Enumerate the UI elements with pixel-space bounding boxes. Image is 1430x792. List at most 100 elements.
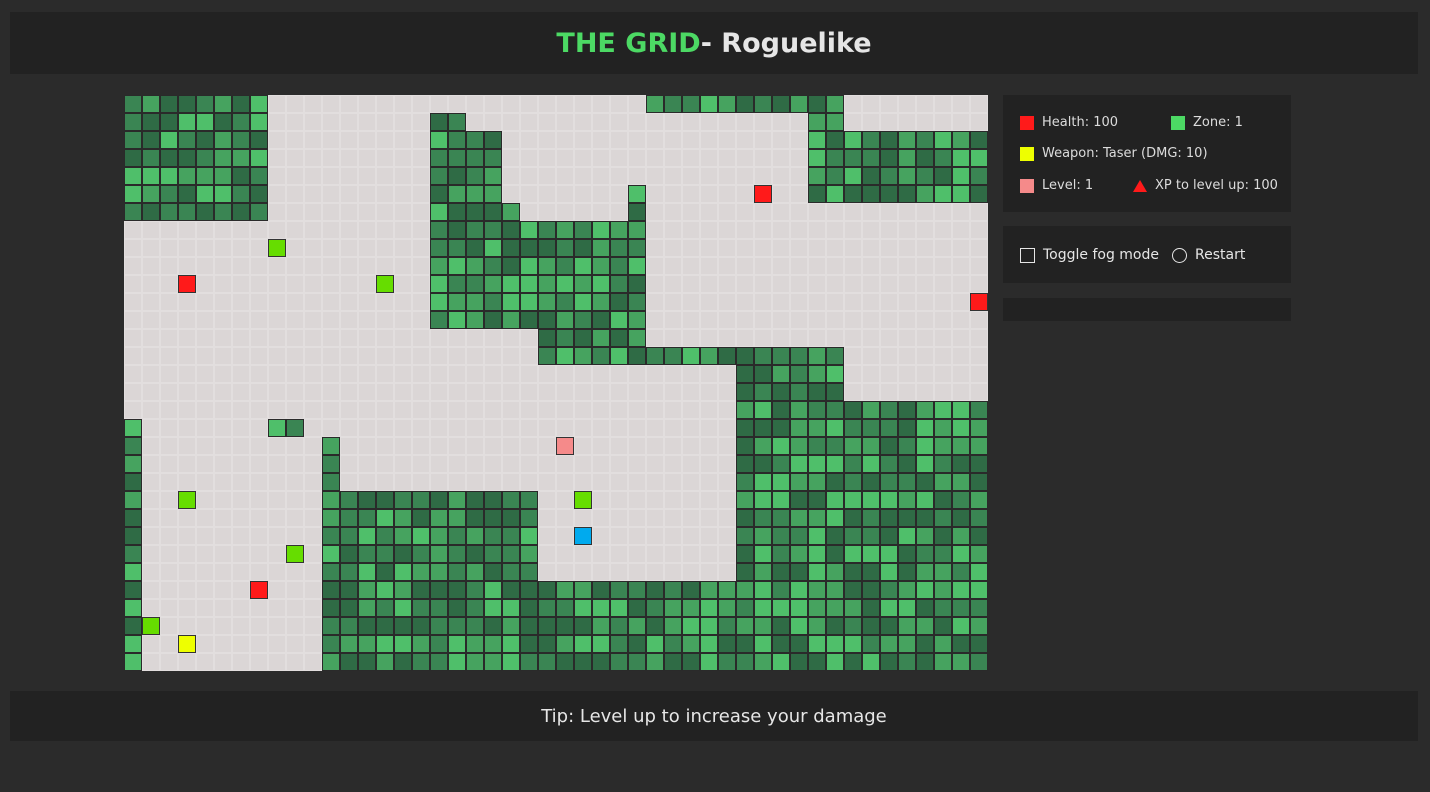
floor-tile — [358, 149, 376, 167]
wall-tile — [754, 509, 772, 527]
wall-tile — [466, 563, 484, 581]
wall-tile — [124, 131, 142, 149]
floor-tile — [862, 347, 880, 365]
floor-tile — [304, 599, 322, 617]
wall-tile — [466, 653, 484, 671]
wall-tile — [718, 653, 736, 671]
floor-tile — [124, 329, 142, 347]
wall-tile — [448, 635, 466, 653]
wall-tile — [790, 545, 808, 563]
wall-tile — [772, 365, 790, 383]
floor-tile — [628, 473, 646, 491]
floor-tile — [304, 149, 322, 167]
xp-label: XP to level up: 100 — [1155, 178, 1278, 193]
floor-tile — [358, 347, 376, 365]
floor-tile — [178, 563, 196, 581]
wall-tile — [448, 311, 466, 329]
floor-tile — [322, 329, 340, 347]
floor-tile — [934, 383, 952, 401]
floor-tile — [952, 293, 970, 311]
wall-tile — [844, 563, 862, 581]
floor-tile — [718, 527, 736, 545]
floor-tile — [376, 473, 394, 491]
restart-button[interactable]: Restart — [1172, 247, 1245, 263]
floor-tile — [142, 563, 160, 581]
wall-tile — [484, 491, 502, 509]
floor-tile — [178, 365, 196, 383]
floor-tile — [358, 293, 376, 311]
wall-tile — [412, 581, 430, 599]
floor-tile — [142, 491, 160, 509]
wall-tile — [592, 293, 610, 311]
floor-tile — [556, 527, 574, 545]
floor-tile — [682, 185, 700, 203]
floor-tile — [610, 473, 628, 491]
floor-tile — [376, 401, 394, 419]
wall-tile — [898, 437, 916, 455]
wall-tile — [790, 509, 808, 527]
fog-checkbox[interactable] — [1020, 247, 1035, 263]
floor-tile — [232, 437, 250, 455]
floor-tile — [646, 221, 664, 239]
floor-tile — [250, 383, 268, 401]
floor-tile — [268, 401, 286, 419]
floor-tile — [286, 437, 304, 455]
floor-tile — [682, 167, 700, 185]
floor-tile — [502, 437, 520, 455]
floor-tile — [556, 509, 574, 527]
floor-tile — [718, 437, 736, 455]
floor-tile — [214, 437, 232, 455]
restart-radio[interactable] — [1172, 247, 1187, 263]
enemy-tile — [286, 545, 304, 563]
floor-tile — [268, 149, 286, 167]
floor-tile — [376, 383, 394, 401]
fog-toggle[interactable]: Toggle fog mode — [1020, 247, 1159, 263]
floor-tile — [916, 329, 934, 347]
wall-tile — [520, 293, 538, 311]
floor-tile — [394, 437, 412, 455]
floor-tile — [754, 275, 772, 293]
wall-tile — [682, 635, 700, 653]
wall-tile — [862, 437, 880, 455]
game-board[interactable] — [124, 95, 988, 671]
wall-tile — [250, 95, 268, 113]
floor-tile — [592, 203, 610, 221]
wall-tile — [916, 419, 934, 437]
floor-tile — [268, 257, 286, 275]
wall-tile — [736, 419, 754, 437]
wall-tile — [880, 527, 898, 545]
wall-tile — [646, 581, 664, 599]
floor-tile — [214, 599, 232, 617]
floor-tile — [880, 221, 898, 239]
floor-tile — [808, 311, 826, 329]
wall-tile — [754, 455, 772, 473]
floor-tile — [826, 311, 844, 329]
wall-tile — [394, 617, 412, 635]
wall-tile — [844, 653, 862, 671]
floor-tile — [682, 257, 700, 275]
floor-tile — [574, 365, 592, 383]
wall-tile — [484, 257, 502, 275]
floor-tile — [358, 329, 376, 347]
floor-tile — [970, 239, 988, 257]
floor-tile — [700, 221, 718, 239]
health-tile — [754, 185, 772, 203]
floor-tile — [556, 419, 574, 437]
wall-tile — [754, 437, 772, 455]
floor-tile — [448, 419, 466, 437]
wall-tile — [466, 293, 484, 311]
wall-tile — [466, 311, 484, 329]
floor-tile — [772, 329, 790, 347]
wall-tile — [340, 491, 358, 509]
wall-tile — [844, 545, 862, 563]
enemy-tile — [574, 491, 592, 509]
wall-tile — [430, 221, 448, 239]
wall-tile — [466, 167, 484, 185]
floor-tile — [160, 527, 178, 545]
floor-tile — [412, 401, 430, 419]
floor-tile — [322, 347, 340, 365]
floor-tile — [826, 293, 844, 311]
floor-tile — [124, 383, 142, 401]
floor-tile — [376, 95, 394, 113]
floor-tile — [538, 509, 556, 527]
